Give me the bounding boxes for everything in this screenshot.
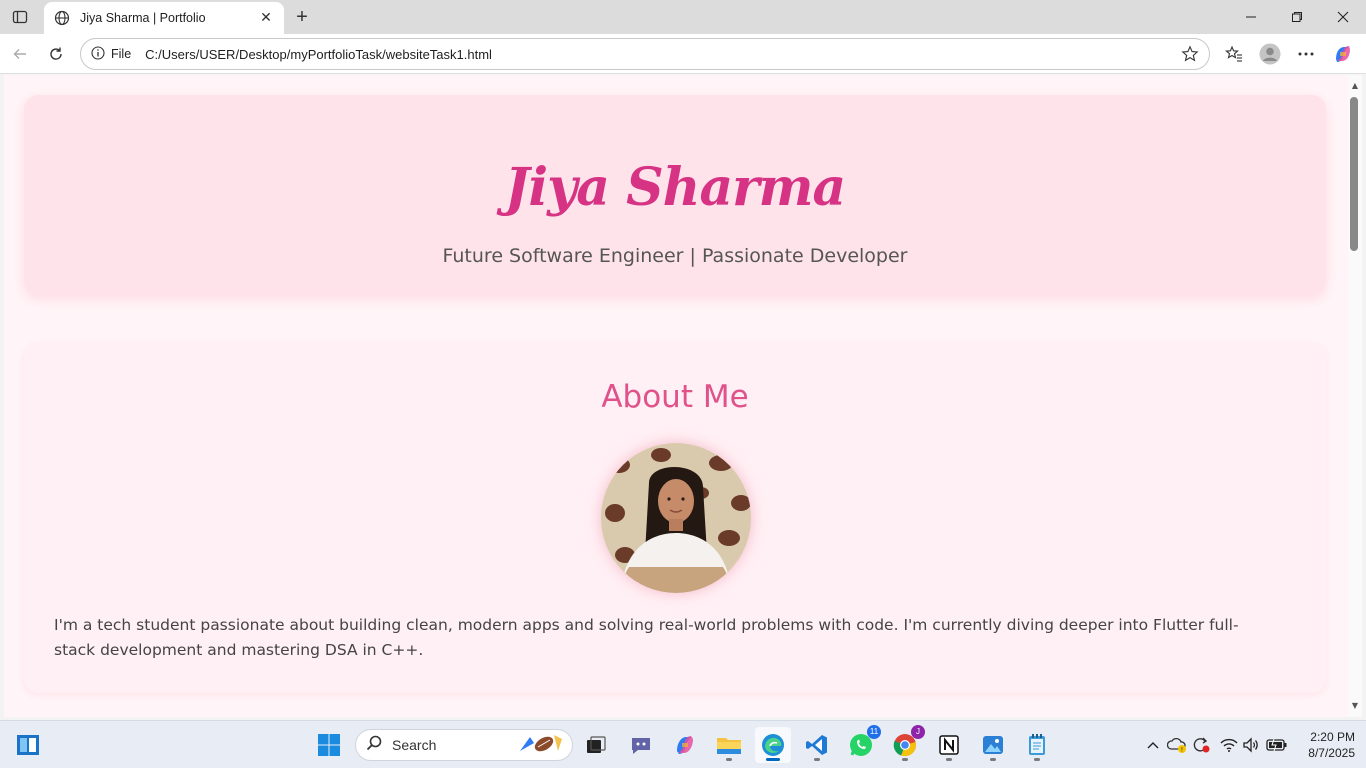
scroll-down-icon[interactable]: ▼: [1350, 701, 1360, 711]
onedrive-warning-icon[interactable]: !: [1166, 729, 1188, 761]
new-tab-button[interactable]: +: [290, 5, 314, 29]
info-icon[interactable]: [91, 45, 105, 64]
copilot-icon[interactable]: [1331, 42, 1355, 66]
tab-title: Jiya Sharma | Portfolio: [80, 11, 206, 25]
about-bio: I'm a tech student passionate about buil…: [54, 616, 1239, 659]
scroll-up-icon[interactable]: ▲: [1350, 81, 1360, 91]
clock-time: 2:20 PM: [1310, 730, 1355, 744]
close-window-button[interactable]: [1320, 0, 1366, 34]
wifi-icon[interactable]: [1218, 729, 1240, 761]
taskbar-search[interactable]: Search: [355, 729, 573, 761]
taskbar-clock[interactable]: 2:20 PM 8/7/2025: [1295, 729, 1355, 761]
hero-name: Jiya Sharma: [504, 157, 847, 218]
search-highlight-icon: [516, 731, 564, 759]
search-label: Search: [392, 737, 437, 753]
widgets-icon[interactable]: [10, 727, 46, 763]
running-indicator: [814, 758, 820, 761]
favorite-star-icon[interactable]: [1181, 45, 1199, 63]
battery-icon[interactable]: [1265, 729, 1289, 761]
windows-taskbar: Search 11 J ! 2:20 PM 8/7/2025: [0, 720, 1366, 768]
back-button[interactable]: [6, 40, 34, 68]
running-indicator: [726, 758, 732, 761]
task-view-icon[interactable]: [578, 727, 614, 763]
scrollbar-thumb[interactable]: [1350, 97, 1358, 251]
more-menu-icon[interactable]: [1294, 42, 1318, 66]
hero-header: Jiya Sharma Future Software Engineer | P…: [24, 95, 1326, 295]
running-indicator: [1034, 758, 1040, 761]
scheme-label: File: [111, 47, 132, 61]
favorites-icon[interactable]: [1222, 42, 1246, 66]
clock-date: 8/7/2025: [1308, 746, 1355, 760]
running-indicator: [990, 758, 996, 761]
hero-tagline: Future Software Engineer | Passionate De…: [442, 245, 908, 267]
minimize-button[interactable]: [1228, 0, 1274, 34]
notepad-icon[interactable]: [1019, 727, 1055, 763]
active-indicator: [766, 758, 780, 761]
notion-icon[interactable]: [931, 727, 967, 763]
search-icon: [366, 735, 382, 755]
file-explorer-icon[interactable]: [711, 727, 747, 763]
address-bar[interactable]: File C:/Users/USER/Desktop/myPortfolioTa…: [80, 38, 1210, 70]
browser-toolbar: File C:/Users/USER/Desktop/myPortfolioTa…: [0, 34, 1366, 74]
copilot-taskbar-icon[interactable]: [667, 727, 703, 763]
show-hidden-icons-chevron-icon[interactable]: [1143, 729, 1163, 761]
whatsapp-icon[interactable]: 11: [843, 725, 881, 763]
about-heading: About Me: [601, 379, 749, 415]
profile-photo: [601, 443, 751, 593]
volume-icon[interactable]: [1241, 729, 1261, 761]
globe-icon: [54, 10, 70, 26]
restore-button[interactable]: [1274, 0, 1320, 34]
url-text[interactable]: C:/Users/USER/Desktop/myPortfolioTask/we…: [145, 47, 1181, 62]
edge-icon[interactable]: [755, 727, 791, 763]
tab-strip: Jiya Sharma | Portfolio ✕ +: [0, 0, 1366, 34]
browser-tab[interactable]: Jiya Sharma | Portfolio ✕: [44, 2, 284, 34]
close-tab-icon[interactable]: ✕: [258, 10, 274, 26]
page-viewport: Jiya Sharma Future Software Engineer | P…: [4, 75, 1348, 717]
whatsapp-badge: 11: [867, 725, 881, 739]
photos-icon[interactable]: [975, 727, 1011, 763]
chrome-icon[interactable]: J: [887, 725, 925, 763]
vscode-icon[interactable]: [799, 727, 835, 763]
running-indicator: [946, 758, 952, 761]
tab-actions-icon[interactable]: [8, 6, 32, 28]
reload-button[interactable]: [42, 40, 70, 68]
sync-alert-icon[interactable]: [1190, 729, 1212, 761]
running-indicator: [902, 758, 908, 761]
page-scrollbar[interactable]: ▲ ▼: [1348, 75, 1362, 717]
start-button[interactable]: [311, 727, 347, 763]
teams-chat-icon[interactable]: [623, 727, 659, 763]
about-section: About Me I'm a tech student passionate a…: [24, 343, 1326, 693]
profile-avatar-icon[interactable]: [1258, 42, 1282, 66]
chrome-profile-badge: J: [911, 725, 925, 739]
